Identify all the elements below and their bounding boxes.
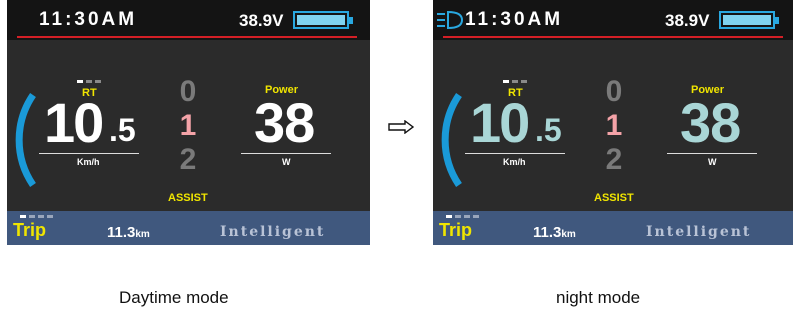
headlight-icon xyxy=(437,10,464,30)
assist-level-2: 2 xyxy=(605,143,623,176)
assist-level-0: 0 xyxy=(179,75,197,108)
speed-underline xyxy=(465,153,565,154)
speed-decimal: .5 xyxy=(535,112,562,148)
battery-voltage: 38.9V xyxy=(665,11,710,30)
battery-icon xyxy=(293,11,353,29)
assist-label: ASSIST xyxy=(168,192,208,204)
assist-label: ASSIST xyxy=(594,192,634,204)
speed-decimal: .5 xyxy=(109,112,136,148)
divider-line xyxy=(443,36,783,38)
battery-level-fill xyxy=(297,15,345,25)
power-underline xyxy=(667,153,757,154)
power-value: 38 xyxy=(680,91,741,154)
status-bar: 11:30AM 38.9V xyxy=(433,0,793,40)
assist-level-1: 1 xyxy=(605,109,623,142)
trip-indicator-dots xyxy=(20,215,56,218)
speed-value: 10 xyxy=(470,91,530,154)
divider-line xyxy=(17,36,357,38)
power-unit: W xyxy=(282,157,291,167)
battery-level-fill xyxy=(723,15,771,25)
display-night: 11:30AM 38.9V RT 10 .5 Km/h 0 1 2 Power … xyxy=(433,0,793,245)
rt-indicator-dots xyxy=(503,80,533,84)
rt-indicator-dots xyxy=(77,80,107,84)
speed-unit: Km/h xyxy=(503,157,526,167)
caption-daytime: Daytime mode xyxy=(119,288,229,307)
power-value: 38 xyxy=(254,91,315,154)
trip-unit: km xyxy=(135,229,150,240)
assist-level-0: 0 xyxy=(605,75,623,108)
mode-text: Intelligent xyxy=(646,224,752,240)
clock: 11:30AM xyxy=(465,9,564,30)
power-unit: W xyxy=(708,157,717,167)
battery-icon xyxy=(719,11,779,29)
right-arrow-icon xyxy=(388,120,414,134)
display-daytime: 11:30AM 38.9V RT 10 .5 Km/h 0 1 2 Power … xyxy=(7,0,370,245)
speed-unit: Km/h xyxy=(77,157,100,167)
trip-distance: 11.3km xyxy=(107,224,150,241)
speed-value: 10 xyxy=(44,91,104,154)
trip-distance: 11.3km xyxy=(533,224,576,241)
trip-indicator-dots xyxy=(446,215,482,218)
assist-level-2: 2 xyxy=(179,143,197,176)
mode-text: Intelligent xyxy=(220,224,326,240)
trip-bar: Trip 11.3km Intelligent xyxy=(7,211,370,245)
trip-bar: Trip 11.3km Intelligent xyxy=(433,211,793,245)
trip-unit: km xyxy=(561,229,576,240)
power-underline xyxy=(241,153,331,154)
battery-voltage: 38.9V xyxy=(239,11,284,30)
assist-level-1: 1 xyxy=(179,109,197,142)
speed-underline xyxy=(39,153,139,154)
trip-label: Trip xyxy=(13,220,47,240)
trip-label: Trip xyxy=(439,220,473,240)
caption-night: night mode xyxy=(556,288,641,307)
status-bar: 11:30AM 38.9V xyxy=(7,0,370,40)
clock: 11:30AM xyxy=(39,9,138,30)
